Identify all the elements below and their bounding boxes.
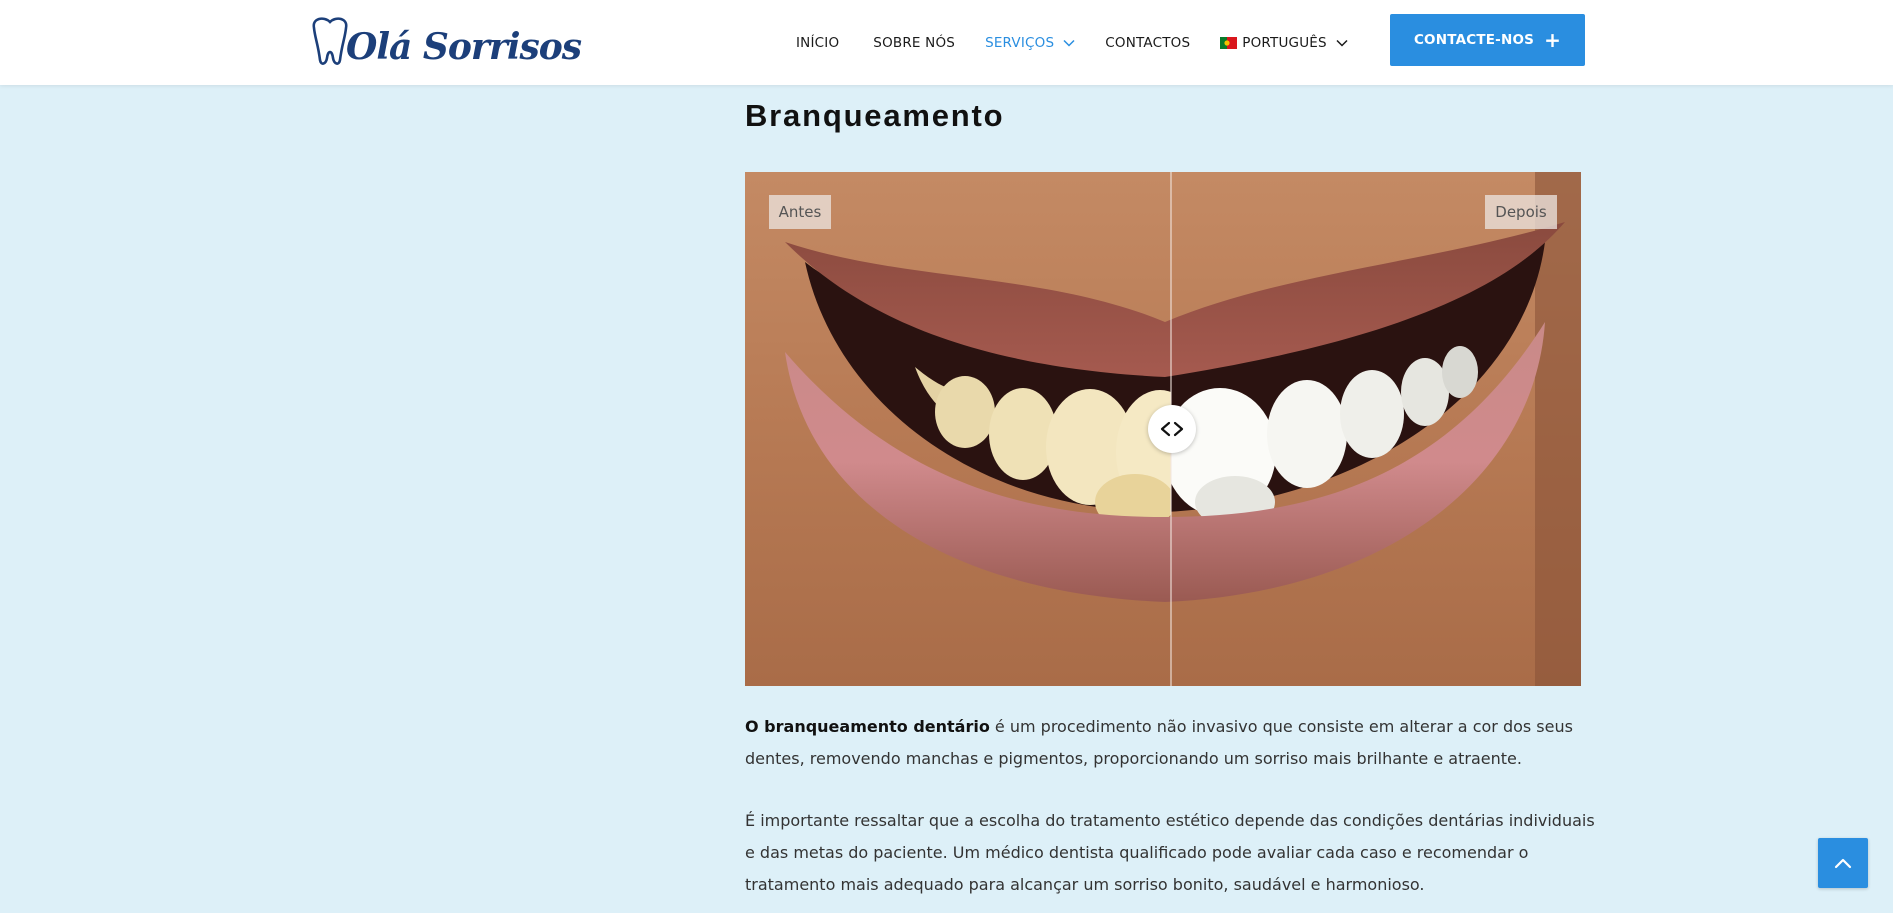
site-header: Olá Sorrisos INÍCIO SOBRE NÓS SERVIÇOS C… [0,0,1893,85]
nav-item-label: CONTACTOS [1105,34,1191,51]
intro-paragraph: O branqueamento dentário é um procedimen… [745,711,1595,775]
site-logo[interactable]: Olá Sorrisos [306,14,582,72]
slider-handle[interactable] [1148,405,1196,453]
nav-item-sobre-nos[interactable]: SOBRE NÓS [873,35,955,51]
nav-item-label: SERVIÇOS [985,34,1055,51]
before-label: Antes [769,195,831,229]
nav-item-contactos[interactable]: CONTACTOS [1105,35,1190,51]
nav-item-inicio[interactable]: INÍCIO [796,35,839,51]
arrows-left-right-icon [1160,421,1184,437]
contact-us-button[interactable]: CONTACTE-NOS + [1390,14,1585,66]
intro-bold: O branqueamento dentário [745,717,990,736]
logo-text: Olá Sorrisos [346,26,582,68]
after-label: Depois [1485,195,1557,229]
chevron-down-icon [1336,39,1348,47]
nav-item-label: PORTUGUÊS [1242,34,1327,51]
contact-us-label: CONTACTE-NOS [1413,32,1535,48]
plus-icon: + [1544,28,1562,52]
main-nav: INÍCIO SOBRE NÓS SERVIÇOS CONTACTOS PORT… [796,0,1348,85]
portugal-flag-icon [1220,36,1238,49]
nav-item-label: SOBRE NÓS [873,34,956,51]
nav-item-label: INÍCIO [796,34,840,51]
page-title: Branqueamento [745,98,1005,133]
chevron-down-icon [1063,39,1075,47]
nav-item-servicos[interactable]: SERVIÇOS [985,35,1075,51]
note-paragraph: É importante ressaltar que a escolha do … [745,811,1595,894]
chevron-up-icon [1834,858,1852,869]
back-to-top-button[interactable] [1818,838,1868,888]
nav-item-language[interactable]: PORTUGUÊS [1220,35,1348,51]
